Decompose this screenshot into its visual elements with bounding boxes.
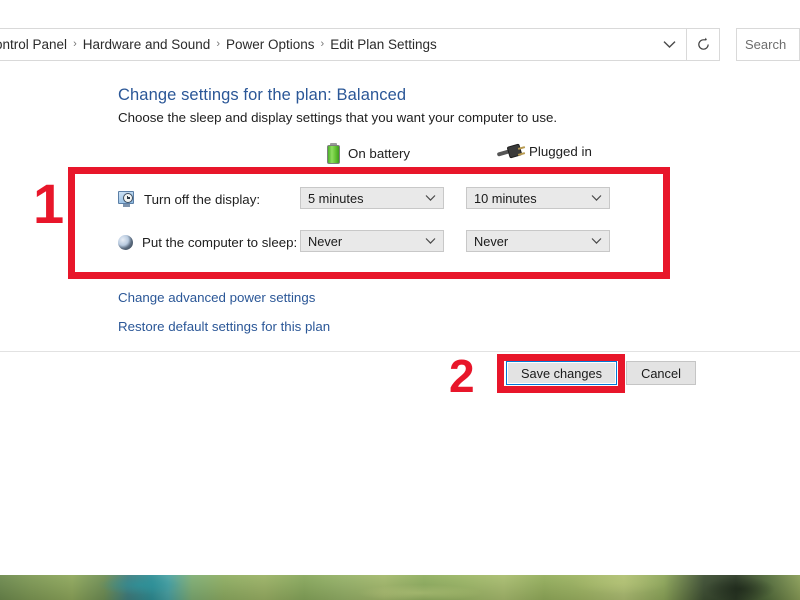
screen: ontrol Panel › Hardware and Sound › Powe… xyxy=(0,0,800,600)
cancel-button[interactable]: Cancel xyxy=(626,361,696,385)
chevron-down-icon[interactable] xyxy=(656,29,682,60)
breadcrumb: ontrol Panel › Hardware and Sound › Powe… xyxy=(0,34,656,55)
breadcrumb-bar[interactable]: ontrol Panel › Hardware and Sound › Powe… xyxy=(0,28,687,61)
search-input[interactable]: Search xyxy=(736,28,800,61)
column-header-plugged-in-label: Plugged in xyxy=(529,144,592,159)
column-header-on-battery: On battery xyxy=(327,143,410,164)
annotation-step-1: 1 xyxy=(33,176,64,232)
annotation-box-settings xyxy=(68,167,670,279)
power-plug-icon xyxy=(497,143,521,160)
column-header-on-battery-label: On battery xyxy=(348,146,410,161)
desktop-wallpaper-strip xyxy=(0,575,800,600)
footer-divider xyxy=(0,351,800,352)
annotation-step-2: 2 xyxy=(449,353,475,399)
refresh-icon xyxy=(696,37,711,52)
page-subtitle: Choose the sleep and display settings th… xyxy=(118,110,557,125)
breadcrumb-item-power-options[interactable]: Power Options xyxy=(221,34,320,55)
refresh-button[interactable] xyxy=(687,28,720,61)
breadcrumb-item-control-panel[interactable]: ontrol Panel xyxy=(0,34,72,55)
battery-icon xyxy=(327,143,340,164)
address-bar: ontrol Panel › Hardware and Sound › Powe… xyxy=(0,28,800,61)
breadcrumb-item-hardware-and-sound[interactable]: Hardware and Sound xyxy=(78,34,216,55)
page-title: Change settings for the plan: Balanced xyxy=(118,86,406,105)
annotation-box-save xyxy=(497,354,625,393)
link-restore-default-settings[interactable]: Restore default settings for this plan xyxy=(118,319,330,334)
breadcrumb-item-edit-plan-settings[interactable]: Edit Plan Settings xyxy=(325,34,442,55)
link-change-advanced-power-settings[interactable]: Change advanced power settings xyxy=(118,290,315,305)
column-header-plugged-in: Plugged in xyxy=(497,143,592,160)
